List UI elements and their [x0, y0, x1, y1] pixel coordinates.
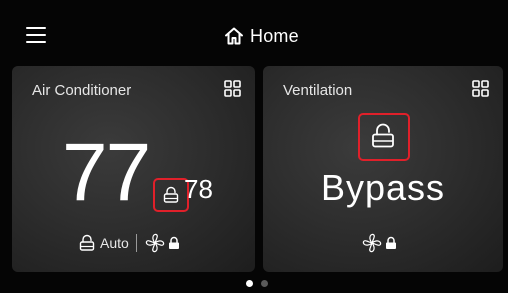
card-title: Ventilation: [283, 82, 353, 99]
ventilation-status-row: [361, 232, 398, 254]
home-icon: [225, 27, 243, 45]
air-conditioner-card[interactable]: Air Conditioner 77 78 Auto: [12, 66, 255, 272]
grid-icon: [472, 80, 489, 97]
page-title-label: Home: [250, 25, 299, 46]
card-title: Air Conditioner: [32, 82, 132, 99]
page-dot[interactable]: [261, 280, 268, 287]
mode-label: Auto: [100, 235, 129, 251]
fan-icon: [362, 233, 382, 253]
top-bar: Home: [0, 0, 508, 56]
lock-icon: [163, 186, 179, 203]
ac-status-row: Auto: [78, 232, 181, 254]
divider: [135, 234, 137, 252]
menu-icon-line: [26, 34, 46, 36]
lock-icon: [386, 236, 396, 249]
page-dot[interactable]: [246, 280, 253, 287]
lock-icon: [372, 123, 394, 148]
page-title: Home: [224, 26, 299, 46]
fan-icon: [145, 233, 165, 253]
ventilation-lock-button[interactable]: [358, 113, 410, 161]
menu-icon-line: [26, 27, 46, 29]
grid-view-button[interactable]: [224, 80, 241, 97]
menu-icon-line: [26, 41, 46, 43]
ventilation-status: Bypass: [320, 167, 446, 208]
menu-button[interactable]: [26, 27, 46, 44]
grid-icon: [224, 80, 241, 97]
grid-view-button[interactable]: [472, 80, 489, 97]
lock-icon: [79, 234, 95, 251]
setpoint-temperature[interactable]: 78: [184, 176, 213, 202]
page-indicator: [246, 280, 276, 287]
ventilation-card[interactable]: Ventilation Bypass: [263, 66, 503, 272]
lock-icon: [168, 236, 179, 249]
current-temperature: 77: [62, 127, 151, 218]
